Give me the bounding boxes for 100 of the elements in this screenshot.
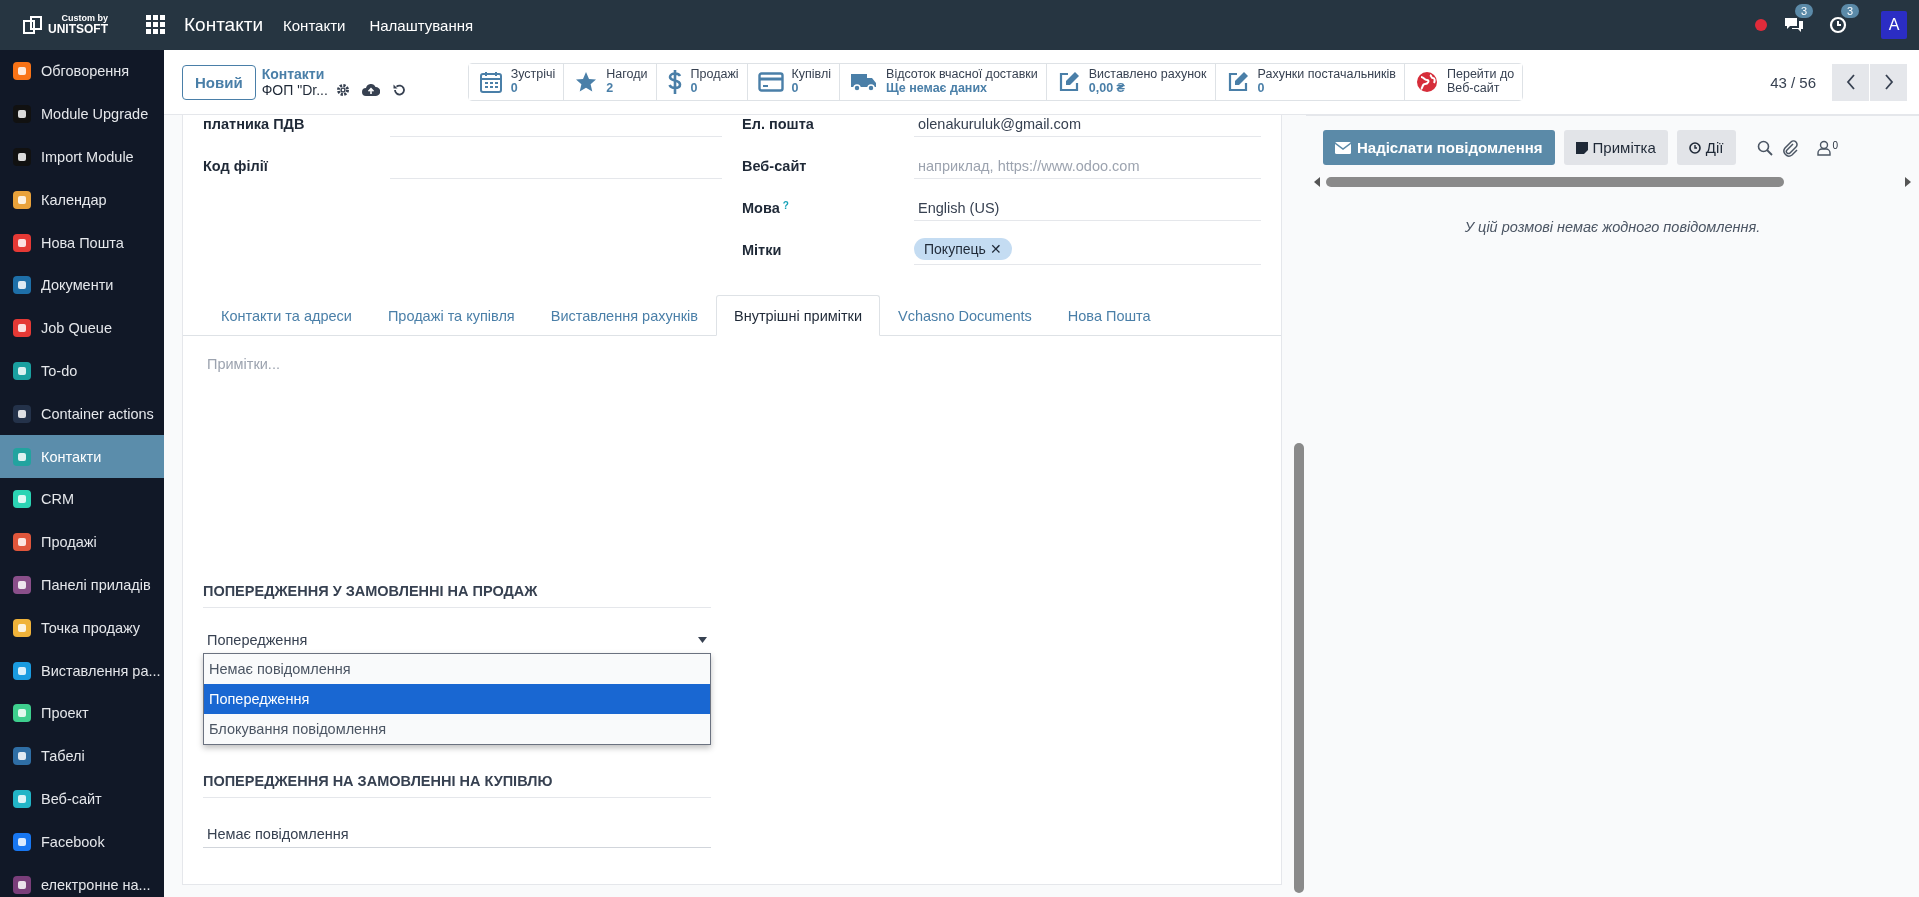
email-field[interactable]: olenakuruluk@gmail.com	[914, 115, 1261, 137]
brand-caption: Custom by	[61, 14, 108, 24]
sidebar-item[interactable]: Нова Пошта	[0, 221, 164, 264]
credit-card-icon	[757, 72, 784, 92]
app-icon	[11, 830, 33, 853]
recording-dot-icon	[1755, 19, 1767, 31]
sidebar-item[interactable]: Контакти	[0, 435, 164, 478]
sidebar-item[interactable]: Проект	[0, 691, 164, 735]
next-button[interactable]	[1870, 63, 1907, 101]
app-icon	[11, 359, 33, 382]
note-button[interactable]: Примітка	[1563, 130, 1668, 165]
sidebar-item[interactable]: Документи	[0, 264, 164, 307]
field-label: платника ПДВ	[203, 116, 306, 132]
app-icon	[11, 146, 33, 168]
follower-icon[interactable]	[1816, 139, 1831, 156]
warning-select[interactable]: Попередження	[203, 628, 711, 653]
sidebar-item[interactable]: Import Module	[0, 135, 164, 179]
sidebar-item[interactable]: Module Upgrade	[0, 92, 164, 136]
sidebar-item[interactable]: Facebook	[0, 820, 164, 864]
discard-icon[interactable]	[391, 83, 406, 97]
app-icon	[11, 745, 33, 768]
app-icon	[11, 231, 33, 254]
paperclip-icon[interactable]	[1781, 138, 1798, 157]
clock-icon[interactable]	[1829, 16, 1847, 34]
tab[interactable]: Контакти та адреси	[203, 295, 370, 336]
dollar-icon	[666, 69, 683, 95]
tag-chip[interactable]: Покупець ✕	[914, 238, 1012, 260]
warning-select[interactable]: Немає повідомлення	[203, 822, 711, 848]
sidebar-item[interactable]: електронне на...	[0, 863, 164, 897]
scrollbar-thumb[interactable]	[1326, 177, 1785, 187]
dropdown-option[interactable]: Немає повідомлення	[204, 654, 710, 684]
app-title[interactable]: Контакти	[184, 14, 264, 36]
tab[interactable]: Продажі та купівля	[369, 295, 533, 336]
dropdown-option[interactable]: Попередження	[204, 684, 710, 714]
app-icon	[11, 402, 33, 425]
follower-count: 0	[1832, 139, 1839, 151]
app-icon	[11, 873, 33, 896]
website-field[interactable]: наприклад, https://www.odoo.com	[914, 153, 1261, 179]
scroll-left-icon[interactable]	[1314, 177, 1320, 187]
sidebar-item[interactable]: Табелі	[0, 734, 164, 778]
scrollbar-thumb[interactable]	[1294, 443, 1304, 893]
language-field[interactable]: English (US)	[914, 195, 1261, 221]
scroll-right-icon[interactable]	[1905, 177, 1911, 187]
breadcrumb-link[interactable]: Контакти	[261, 66, 454, 82]
envelope-icon	[1335, 141, 1351, 154]
navbar-menu[interactable]: Контакти	[279, 16, 350, 34]
sidebar-item[interactable]: Продажі	[0, 520, 164, 564]
chevron-left-icon	[1845, 74, 1856, 90]
app-icon	[11, 702, 33, 725]
user-avatar[interactable]: A	[1881, 11, 1907, 39]
app-icon	[11, 659, 33, 682]
section-heading: ПОПЕРЕДЖЕННЯ НА ЗАМОВЛЕННІ НА КУПІВЛЮ	[203, 773, 711, 798]
sidebar-item[interactable]: Календар	[0, 178, 164, 222]
navbar-menu[interactable]: Налаштування	[365, 16, 478, 34]
field-label: Веб-сайт	[742, 158, 808, 174]
sidebar-item[interactable]: CRM	[0, 477, 164, 521]
app-icon	[11, 103, 33, 126]
new-button[interactable]: Новий	[182, 64, 256, 100]
chevron-right-icon	[1883, 74, 1894, 90]
app-icon	[11, 60, 33, 83]
send-message-button[interactable]: Надіслати повідомлення	[1323, 130, 1555, 165]
app-icon	[11, 445, 33, 468]
smart-button[interactable]: Зустрічі 0	[468, 64, 565, 100]
sidebar-item[interactable]: Обговорення	[0, 50, 164, 93]
previous-button[interactable]	[1832, 63, 1869, 101]
sidebar-item[interactable]: Виставлення ра...	[0, 649, 164, 692]
tab[interactable]: Vchasno Documents	[880, 295, 1050, 336]
app-icon	[11, 531, 33, 554]
truck-icon	[850, 71, 879, 93]
empty-message: У цій розмові немає жодного повідомлення.	[1463, 219, 1762, 235]
activities-button[interactable]: Дії	[1676, 130, 1736, 165]
app-icon	[11, 573, 33, 596]
cloud-upload-icon[interactable]	[361, 83, 380, 97]
caret-icon	[698, 637, 707, 643]
search-icon[interactable]	[1756, 139, 1773, 156]
sidebar-item[interactable]: Веб-сайт	[0, 777, 164, 821]
notification-badge: 3	[1841, 4, 1860, 18]
record-name: ФОП "Dr...	[261, 82, 328, 98]
tab[interactable]: Виставлення рахунків	[532, 295, 716, 336]
dropdown-option[interactable]: Блокування повідомлення	[204, 714, 710, 744]
brand-name: UNITSOFT	[48, 23, 108, 36]
notification-badge: 3	[1795, 4, 1814, 18]
sidebar-item[interactable]: Container actions	[0, 392, 164, 436]
sidebar-item[interactable]: Панелі приладів	[0, 563, 164, 607]
globe-icon	[1415, 70, 1439, 94]
sidebar-item[interactable]: Точка продажу	[0, 606, 164, 650]
app-icon	[11, 616, 33, 639]
section-heading: ПОПЕРЕДЖЕННЯ У ЗАМОВЛЕННІ НА ПРОДАЖ	[203, 583, 711, 608]
tags-field[interactable]: Покупець ✕	[914, 235, 1261, 265]
apps-menu-icon[interactable]	[146, 15, 166, 35]
pager-counter: 43 / 56	[1770, 73, 1816, 91]
settings-icon[interactable]	[335, 83, 350, 97]
sidebar-item[interactable]: To-do	[0, 349, 164, 393]
app-icon	[11, 274, 33, 297]
tab[interactable]: Внутрішні примітки	[716, 295, 881, 336]
tab[interactable]: Нова Пошта	[1049, 295, 1169, 336]
sidebar-item[interactable]: Job Queue	[0, 306, 164, 350]
field-label: Мова	[742, 200, 780, 216]
app-icon	[11, 317, 33, 340]
chat-icon[interactable]	[1783, 16, 1805, 34]
